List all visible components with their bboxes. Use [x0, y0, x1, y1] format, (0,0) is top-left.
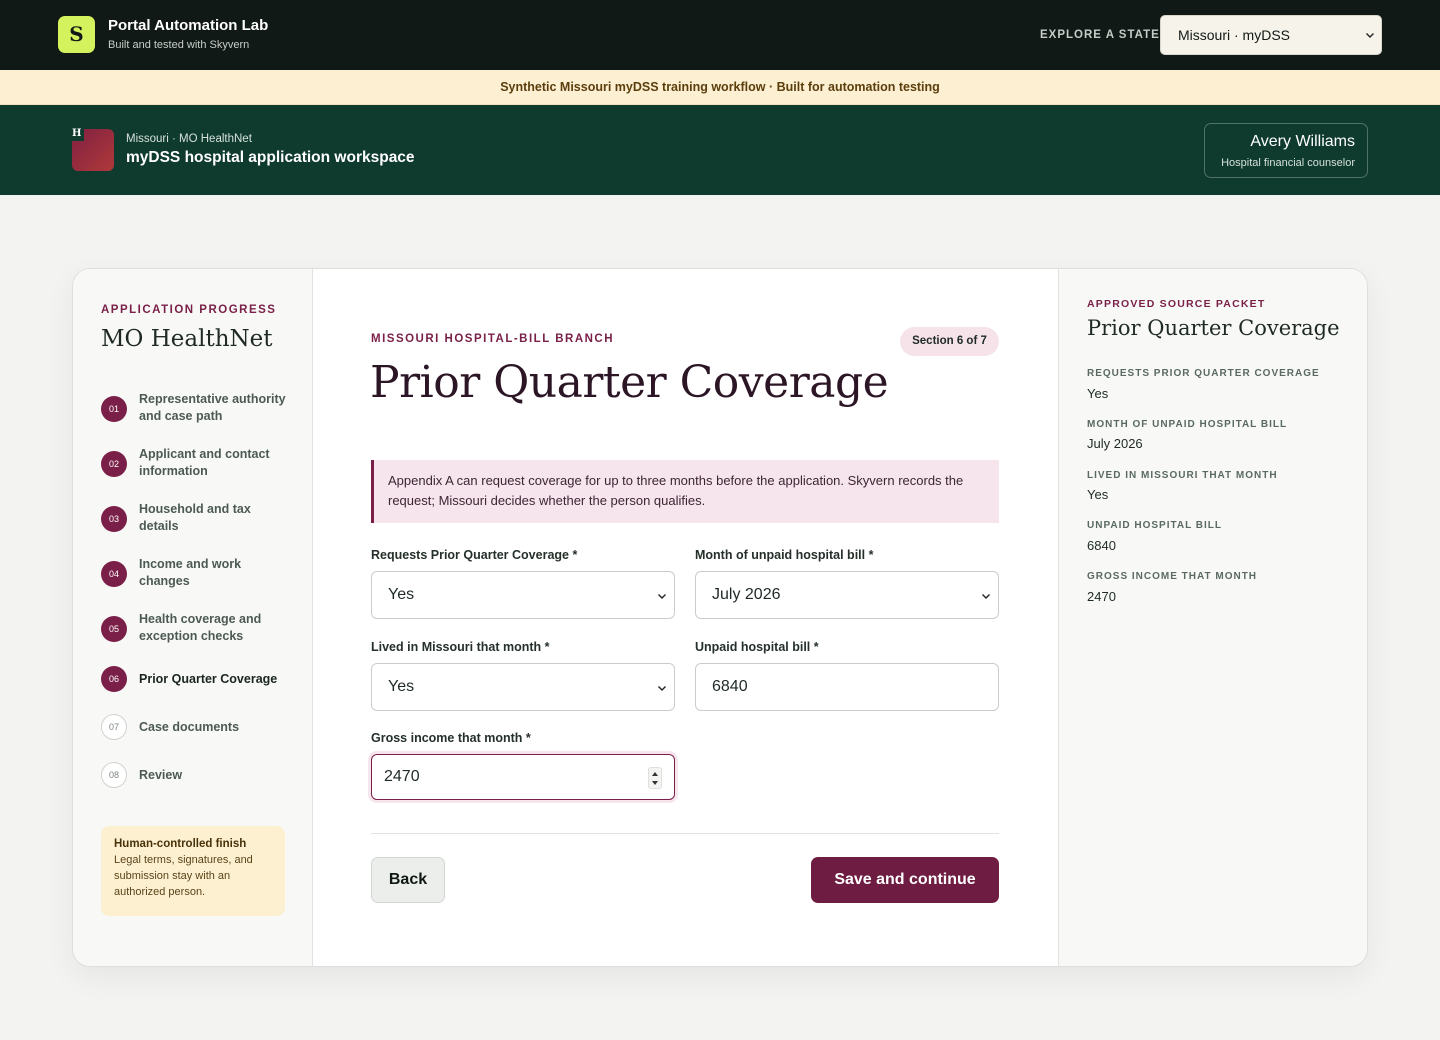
unpaid-month-value: July 2026 — [712, 586, 781, 603]
packet-value: 6840 — [1087, 538, 1116, 553]
brand-logo: S — [58, 16, 95, 53]
packet-title: Prior Quarter Coverage — [1087, 316, 1340, 340]
state-select-value: Missouri · myDSS — [1178, 27, 1291, 43]
packet-value: Yes — [1087, 487, 1109, 502]
portal-logo-letter: H — [72, 128, 84, 141]
step-label: Prior Quarter Coverage — [139, 672, 278, 686]
packet-key: GROSS INCOME THAT MONTH — [1087, 571, 1258, 582]
step-number: 06 — [101, 666, 127, 692]
step-number: 02 — [101, 451, 127, 477]
portal-header: H Missouri · MO HealthNet myDSS hospital… — [0, 105, 1440, 195]
step-label: Applicant and contact information — [139, 447, 270, 478]
packet-label: APPROVED SOURCE PACKET — [1087, 298, 1266, 310]
save-and-continue-button[interactable]: Save and continue — [811, 857, 999, 903]
requests-pqc-value: Yes — [388, 586, 415, 603]
stepper-down-icon[interactable] — [652, 781, 658, 785]
step-number: 07 — [101, 714, 127, 740]
unpaid-month-select[interactable]: July 2026 — [695, 571, 999, 619]
progress-label: APPLICATION PROGRESS — [101, 304, 277, 316]
progress-title: MO HealthNet — [101, 326, 273, 352]
info-callout: Appendix A can request coverage for up t… — [371, 460, 999, 523]
form-divider — [371, 833, 999, 834]
step-number: 08 — [101, 762, 127, 788]
portal-breadcrumb: Missouri · MO HealthNet — [126, 133, 252, 145]
packet-key: REQUESTS PRIOR QUARTER COVERAGE — [1087, 368, 1320, 379]
packet-value: 2470 — [1087, 589, 1116, 604]
chevron-down-icon — [1366, 33, 1374, 38]
number-stepper[interactable] — [648, 767, 662, 789]
progress-sidebar: APPLICATION PROGRESS MO HealthNet 01 Rep… — [73, 269, 313, 966]
packet-value: Yes — [1087, 386, 1109, 401]
section-badge: Section 6 of 7 — [900, 327, 999, 356]
note-heading: Human-controlled finish — [114, 838, 247, 850]
section-eyebrow: MISSOURI HOSPITAL-BILL BRANCH — [371, 333, 615, 345]
banner-text: Synthetic Missouri myDSS training workfl… — [500, 80, 940, 94]
chevron-down-icon — [658, 686, 666, 691]
user-name: Avery Williams — [1250, 133, 1355, 150]
step-label: Household and tax details — [139, 502, 251, 533]
source-packet-panel: APPROVED SOURCE PACKET Prior Quarter Cov… — [1058, 269, 1367, 966]
state-select[interactable]: Missouri · myDSS — [1160, 15, 1382, 55]
lived-in-mo-select[interactable]: Yes — [371, 663, 675, 711]
lived-in-mo-label: Lived in Missouri that month * — [371, 640, 550, 654]
step-number: 01 — [101, 396, 127, 422]
step-number: 03 — [101, 506, 127, 532]
lived-in-mo-value: Yes — [388, 678, 415, 695]
gross-income-input[interactable]: 2470 — [371, 754, 675, 800]
brand-subtitle: Built and tested with Skyvern — [108, 39, 250, 51]
packet-value: July 2026 — [1087, 436, 1143, 451]
requests-pqc-label: Requests Prior Quarter Coverage * — [371, 548, 578, 562]
unpaid-month-label: Month of unpaid hospital bill * — [695, 548, 874, 562]
chevron-down-icon — [982, 594, 990, 599]
portal-title: myDSS hospital application workspace — [126, 149, 415, 166]
gross-income-value: 2470 — [384, 768, 420, 785]
back-button[interactable]: Back — [371, 857, 445, 903]
requests-pqc-select[interactable]: Yes — [371, 571, 675, 619]
application-card: APPLICATION PROGRESS MO HealthNet 01 Rep… — [72, 268, 1368, 967]
note-body: Legal terms, signatures, and submission … — [114, 854, 253, 898]
step-number: 04 — [101, 561, 127, 587]
unpaid-bill-value: 6840 — [712, 678, 748, 695]
explore-state-label: EXPLORE A STATE — [1040, 29, 1160, 41]
top-bar: S Portal Automation Lab Built and tested… — [0, 0, 1440, 70]
unpaid-bill-label: Unpaid hospital bill * — [695, 640, 819, 654]
user-menu[interactable]: Avery Williams Hospital financial counse… — [1204, 123, 1368, 178]
step-label: Representative authority and case path — [139, 392, 286, 423]
human-finish-note: Human-controlled finish Legal terms, sig… — [101, 826, 285, 916]
step-label: Review — [139, 768, 183, 782]
step-label: Case documents — [139, 720, 240, 734]
packet-key: LIVED IN MISSOURI THAT MONTH — [1087, 470, 1278, 481]
stepper-up-icon[interactable] — [652, 772, 658, 776]
packet-key: UNPAID HOSPITAL BILL — [1087, 520, 1222, 531]
portal-logo: H — [72, 128, 114, 171]
training-banner: Synthetic Missouri myDSS training workfl… — [0, 70, 1440, 105]
unpaid-bill-input[interactable]: 6840 — [695, 663, 999, 711]
step-label: Income and work changes — [139, 557, 242, 588]
packet-key: MONTH OF UNPAID HOSPITAL BILL — [1087, 419, 1288, 430]
brand-name: Portal Automation Lab — [108, 17, 269, 34]
gross-income-label: Gross income that month * — [371, 731, 531, 745]
step-number: 05 — [101, 616, 127, 642]
chevron-down-icon — [658, 594, 666, 599]
page-title: Prior Quarter Coverage — [370, 357, 889, 408]
step-label: Health coverage and exception checks — [139, 612, 262, 643]
user-role: Hospital financial counselor — [1221, 157, 1355, 169]
